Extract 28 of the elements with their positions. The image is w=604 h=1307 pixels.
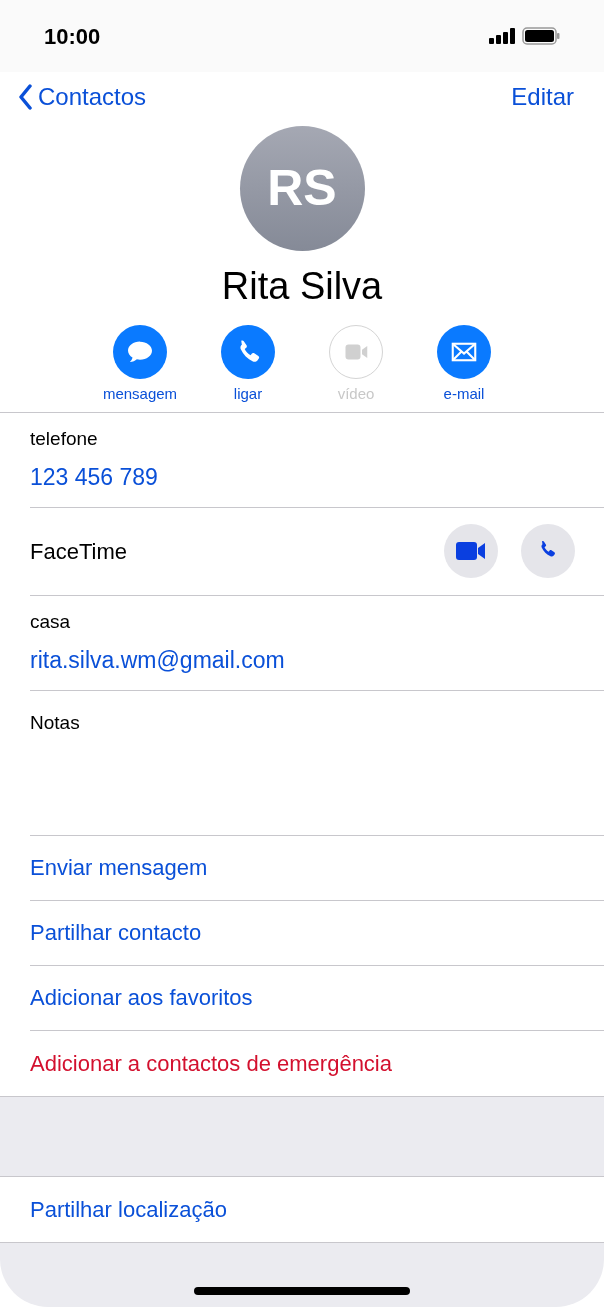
action-link[interactable]: Partilhar localização	[30, 1192, 227, 1226]
field-value[interactable]: rita.silva.wm@gmail.com	[30, 642, 604, 677]
back-chevron-icon	[18, 84, 32, 110]
action-label: e-mail	[443, 384, 485, 404]
action-link[interactable]: Adicionar a contactos de emergência	[30, 1046, 392, 1080]
status-time: 10:00	[44, 22, 101, 51]
action-link[interactable]: Adicionar aos favoritos	[30, 981, 253, 1014]
video-camera-icon	[455, 540, 487, 562]
field-label: telefone	[30, 427, 99, 451]
battery-icon	[522, 27, 560, 45]
back-link[interactable]: Contactos	[18, 79, 147, 115]
avatar: RS	[239, 126, 365, 251]
facetime-audio-button[interactable]	[521, 524, 575, 578]
call-action-button[interactable]	[221, 325, 275, 379]
action-label: mensagem	[102, 384, 178, 404]
action-label: ligar	[233, 384, 263, 404]
action-link[interactable]: Partilhar contacto	[30, 916, 202, 949]
action-link[interactable]: Enviar mensagem	[30, 851, 208, 884]
facetime-video-button[interactable]	[444, 524, 498, 578]
field-value[interactable]: 123 456 789	[30, 459, 604, 494]
notes-label: Notas	[30, 711, 80, 733]
contact-name: Rita Silva	[221, 264, 383, 309]
message-action-button[interactable]	[113, 325, 167, 379]
edit-link[interactable]: Editar	[511, 79, 586, 115]
signal-icon	[489, 28, 516, 44]
field-label: casa	[30, 610, 72, 634]
facetime-label: FaceTime	[30, 537, 127, 566]
mail-action-button[interactable]	[437, 325, 491, 379]
